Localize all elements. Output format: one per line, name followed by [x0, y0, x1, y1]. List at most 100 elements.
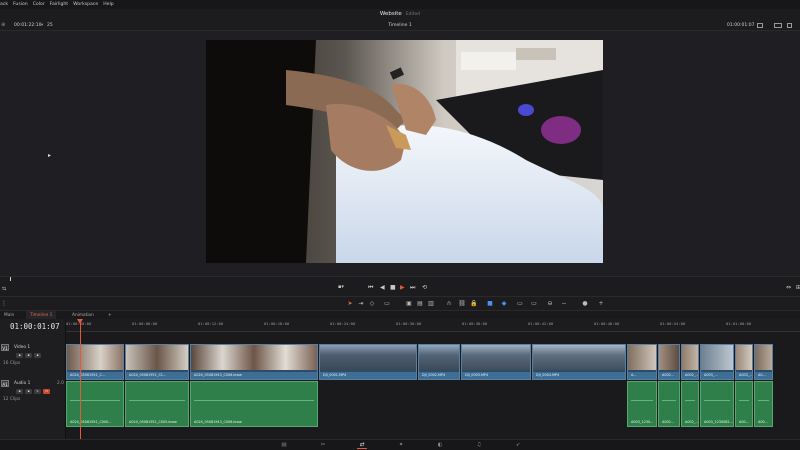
video-toggle-icon[interactable]: ▪ — [34, 353, 41, 358]
viewer-expand-icon[interactable]: ⊞ — [796, 284, 800, 291]
color-page-icon[interactable]: ◐ — [435, 442, 445, 449]
fullscreen-icon[interactable] — [787, 23, 792, 28]
viewer-mode-icon[interactable] — [757, 23, 763, 28]
ruler-tick: 01:00:42:00 — [528, 321, 554, 326]
video-preview-frame — [206, 40, 603, 263]
timeline-tracks: A024_05081951_C... A024_05081951_C1... A… — [66, 332, 800, 439]
video-auto-select-icon[interactable]: ▪ — [25, 353, 32, 358]
snapping-icon[interactable]: ∩ — [445, 300, 453, 308]
menu-item-fusion[interactable]: Fusion — [13, 2, 28, 7]
audio-clip[interactable]: A00... — [754, 381, 773, 427]
audio-clip-label: A024_05081951_C005.braw — [129, 420, 177, 424]
playhead[interactable] — [80, 319, 81, 439]
audio-lock-icon[interactable]: ▪ — [16, 389, 23, 394]
media-page-icon[interactable]: ▤ — [279, 442, 289, 449]
video-clip-label: A024_05081943_C006.braw — [191, 372, 317, 379]
loop-icon[interactable]: ⟲ — [422, 284, 427, 291]
menu-item-workspace[interactable]: Workspace — [73, 2, 98, 7]
video-clip[interactable]: A024_05081951_C1... — [125, 344, 189, 380]
audio-track-name[interactable]: Audio 1 — [14, 381, 30, 386]
video-clip[interactable]: DJI_0004.MP4 — [532, 344, 626, 380]
toolbar-options-icon[interactable]: ⋮ — [0, 300, 8, 308]
position-lock-icon[interactable]: 🔒 — [470, 300, 478, 308]
stop-icon[interactable]: ■ — [390, 284, 396, 291]
audio-clip[interactable]: A00... — [735, 381, 753, 427]
blade-tool-icon[interactable]: ▭ — [383, 300, 391, 308]
audio-clip[interactable]: A024_05081951_C000... — [66, 381, 124, 427]
match-frame-icon[interactable]: ⇔ — [786, 284, 791, 291]
video-clip[interactable]: A024_05081951_C... — [66, 344, 124, 380]
video-clip[interactable]: A... — [627, 344, 657, 380]
project-name: Website — [379, 11, 402, 17]
cut-page-icon[interactable]: ✂ — [318, 442, 328, 449]
video-clip[interactable]: DJI_0001.MP4 — [319, 344, 417, 380]
menu-item-playback[interactable]: ack — [0, 2, 8, 7]
track-badge-a1[interactable]: A1 — [1, 380, 9, 387]
video-clip[interactable]: A003_... — [700, 344, 734, 380]
audio-clip[interactable]: A002_... — [681, 381, 699, 427]
replace-clip-icon[interactable]: ▥ — [427, 300, 435, 308]
video-clip[interactable]: DJI_0002.MP4 — [418, 344, 460, 380]
video-clip-label: A002... — [659, 372, 679, 379]
marker-icon[interactable]: ◆ — [500, 300, 508, 308]
record-timecode: 01:00:01:07 — [727, 23, 755, 28]
menu-item-fairlight[interactable]: Fairlight — [50, 2, 68, 7]
fairlight-page-icon[interactable]: ♫ — [474, 442, 484, 449]
scrubber-marker[interactable] — [10, 277, 11, 281]
video-clip[interactable]: A003_... — [735, 344, 753, 380]
audio-clip-label: A003_1230... — [631, 420, 654, 424]
play-reverse-icon[interactable]: ◀ — [380, 284, 385, 291]
insert-clip-icon[interactable]: ▣ — [405, 300, 413, 308]
video-clip[interactable]: DJI_0003.MP4 — [461, 344, 531, 380]
audio-clip[interactable]: A002... — [658, 381, 680, 427]
video-clip-label: DJI_0002.MP4 — [419, 372, 459, 379]
zoom-detail-icon[interactable]: ▭ — [530, 300, 538, 308]
audio-mute-button[interactable]: M — [43, 389, 50, 394]
audio-clip[interactable]: A024_05081943_C006.braw — [190, 381, 318, 427]
play-icon[interactable]: ▶ — [400, 284, 405, 291]
zoom-out-icon[interactable]: − — [560, 300, 568, 308]
audio-solo-button[interactable]: S — [34, 389, 41, 394]
video-lock-icon[interactable]: ▪ — [16, 353, 23, 358]
video-clip[interactable]: A002... — [658, 344, 680, 380]
fusion-page-icon[interactable]: ✦ — [396, 442, 406, 449]
split-icon[interactable]: ⇆ — [2, 286, 6, 292]
video-clip[interactable]: A0... — [754, 344, 773, 380]
zoom-in-icon[interactable]: + — [597, 300, 605, 308]
video-clip[interactable]: A002_... — [681, 344, 699, 380]
video-clip-label: DJI_0001.MP4 — [320, 372, 416, 379]
audio-auto-select-icon[interactable]: ▪ — [25, 389, 32, 394]
video-clips-count: 16 Clips — [3, 361, 21, 366]
selection-tool-icon[interactable]: ➤ — [346, 300, 354, 308]
dynamic-trim-icon[interactable]: ◇ — [368, 300, 376, 308]
loop-options-icon[interactable]: ▪▾ — [338, 284, 344, 290]
menu-bar: ack Fusion Color Fairlight Workspace Hel… — [0, 0, 800, 9]
viewer-header: ⊕ 00:01:22:10 ▾ 25 Timeline 1 01:00:01:0… — [0, 21, 800, 31]
timeline-ruler[interactable]: 01:00:00:00 01:00:06:00 01:00:12:00 01:0… — [66, 319, 800, 332]
menu-item-color[interactable]: Color — [33, 2, 45, 7]
zoom-full-icon[interactable]: ▭ — [516, 300, 524, 308]
go-to-end-icon[interactable]: ⏭ — [410, 284, 415, 292]
playhead-handle[interactable] — [77, 319, 83, 324]
audio-clip-label: A024_05081943_C006.braw — [194, 420, 242, 424]
zoom-custom-icon[interactable]: ⊖ — [546, 300, 554, 308]
linked-selection-icon[interactable]: ⛓ — [458, 300, 466, 308]
audio-clip[interactable]: A024_05081951_C005.braw — [125, 381, 189, 427]
edit-page-icon[interactable]: ⇄ — [357, 442, 367, 449]
audio-clip[interactable]: A003_1230... — [627, 381, 657, 427]
zoom-slider-icon[interactable]: ● — [581, 300, 589, 308]
mouse-cursor-icon: ▸ — [48, 152, 52, 159]
video-clip[interactable]: A024_05081943_C006.braw — [190, 344, 318, 380]
project-status: Edited — [405, 12, 421, 17]
audio-clip[interactable]: A003_1230082... — [700, 381, 734, 427]
monitor-icon[interactable] — [774, 23, 782, 28]
flag-icon[interactable]: ■ — [486, 300, 494, 308]
trim-tool-icon[interactable]: ⇥ — [357, 300, 365, 308]
overwrite-clip-icon[interactable]: ▤ — [416, 300, 424, 308]
track-badge-v1[interactable]: V1 — [1, 344, 9, 351]
deliver-page-icon[interactable]: ➶ — [513, 442, 523, 449]
video-track-name[interactable]: Video 1 — [14, 345, 30, 350]
go-to-start-icon[interactable]: ⏮ — [368, 284, 373, 292]
viewer-timeline-name: Timeline 1 — [388, 23, 412, 28]
menu-item-help[interactable]: Help — [103, 2, 113, 7]
